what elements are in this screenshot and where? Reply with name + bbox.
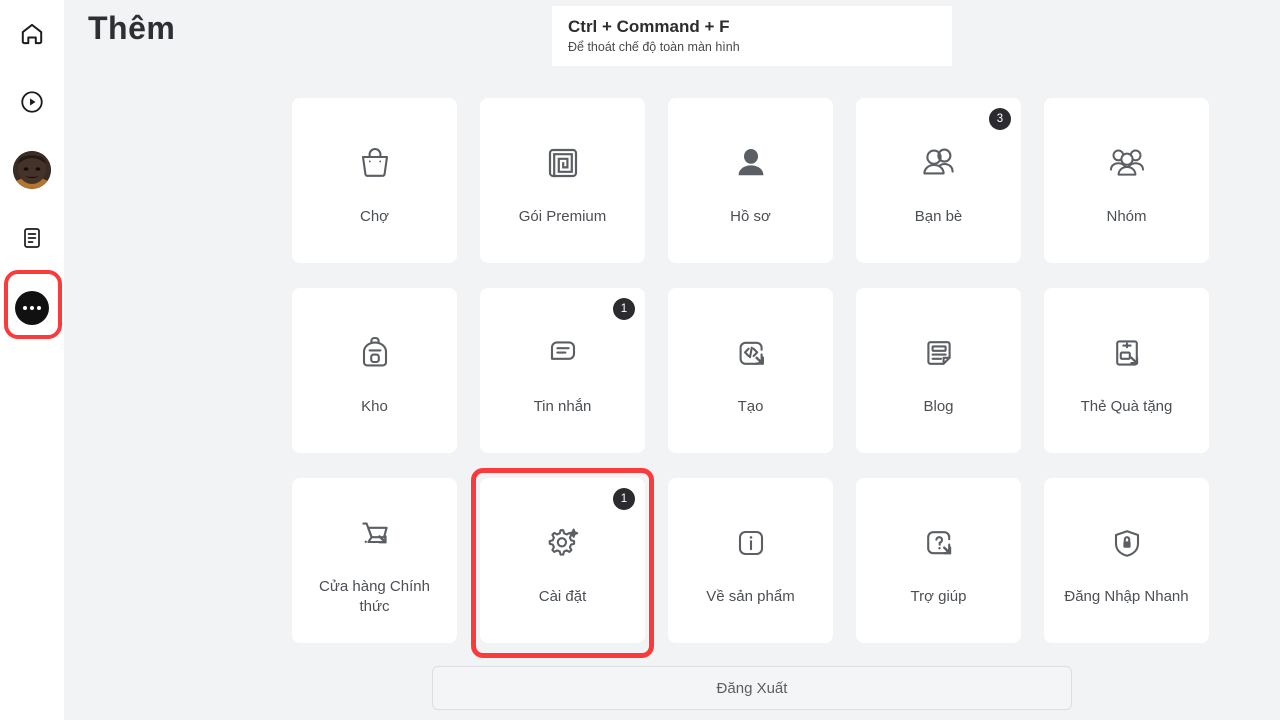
menu-card-label: Đăng Nhập Nhanh <box>1064 587 1189 605</box>
more-page: Thêm Ctrl + Command + F Để thoát chế độ … <box>0 0 1280 720</box>
left-nav-rail <box>0 0 64 720</box>
page-title: Thêm <box>88 10 176 46</box>
menu-card-label: Chợ <box>359 207 389 225</box>
menu-card[interactable]: 1 Cài đặt <box>480 478 645 643</box>
menu-card[interactable]: Cửa hàng Chính thức <box>292 478 457 643</box>
groups-icon <box>1104 135 1150 191</box>
message-icon <box>541 325 585 381</box>
sidebar-item-profile[interactable] <box>0 136 64 204</box>
menu-card[interactable]: Trợ giúp <box>856 478 1021 643</box>
ellipsis-icon <box>15 291 49 325</box>
menu-card-label: Cài đặt <box>538 587 587 605</box>
menu-card-label: Tin nhắn <box>533 397 592 415</box>
blog-note-icon <box>917 325 961 381</box>
logout-button[interactable]: Đăng Xuất <box>432 666 1072 710</box>
sidebar-item-more[interactable] <box>0 274 64 342</box>
tooltip-description-text: Để thoát chế độ toàn màn hình <box>568 40 740 55</box>
home-icon <box>19 21 45 47</box>
menu-card[interactable]: Blog <box>856 288 1021 453</box>
code-create-icon <box>729 325 773 381</box>
document-list-icon <box>20 226 44 250</box>
menu-card[interactable]: Tạo <box>668 288 833 453</box>
menu-card-label: Hồ sơ <box>730 207 771 225</box>
menu-card-label: Kho <box>361 397 388 415</box>
menu-card[interactable]: 1 Tin nhắn <box>480 288 645 453</box>
menu-card[interactable]: Chợ <box>292 98 457 263</box>
menu-card[interactable]: Kho <box>292 288 457 453</box>
status-badge: 1 <box>613 488 635 510</box>
menu-card[interactable]: Nhóm <box>1044 98 1209 263</box>
menu-card-label: Trợ giúp <box>910 587 967 605</box>
info-icon <box>729 515 773 571</box>
gift-card-icon <box>1105 325 1149 381</box>
premium-maze-icon <box>541 135 585 191</box>
logout-button-label: Đăng Xuất <box>716 679 788 697</box>
menu-card[interactable]: Hồ sơ <box>668 98 833 263</box>
help-question-icon <box>917 515 961 571</box>
tooltip-shortcut-text: Ctrl + Command + F <box>568 16 730 36</box>
menu-card-label: Về sản phẩm <box>706 587 795 605</box>
settings-gear-icon <box>540 515 586 571</box>
status-badge: 1 <box>613 298 635 320</box>
menu-card[interactable]: Đăng Nhập Nhanh <box>1044 478 1209 643</box>
fullscreen-hint-tooltip: Ctrl + Command + F Để thoát chế độ toàn … <box>552 6 952 66</box>
shield-lock-icon <box>1105 515 1149 571</box>
shopping-cart-icon <box>353 505 397 561</box>
menu-card[interactable]: Gói Premium <box>480 98 645 263</box>
shopping-bag-icon <box>353 135 397 191</box>
menu-card-label: Bạn bè <box>914 207 963 225</box>
avatar <box>13 151 51 189</box>
backpack-icon <box>353 325 397 381</box>
sidebar-item-video[interactable] <box>0 68 64 136</box>
sidebar-item-feed[interactable] <box>0 204 64 272</box>
play-circle-icon <box>19 89 45 115</box>
menu-card[interactable]: Về sản phẩm <box>668 478 833 643</box>
person-icon <box>729 135 773 191</box>
menu-card-label: Nhóm <box>1106 207 1147 225</box>
menu-card-label: Tạo <box>737 397 764 415</box>
menu-card[interactable]: Thẻ Quà tặng <box>1044 288 1209 453</box>
friends-icon <box>916 135 962 191</box>
menu-card-label: Blog <box>923 397 954 415</box>
status-badge: 3 <box>989 108 1011 130</box>
menu-grid: Chợ Gói Premium Hồ sơ 3 Bạn bè Nhóm Kho 1 Tin nh… <box>292 98 1209 643</box>
menu-card[interactable]: 3 Bạn bè <box>856 98 1021 263</box>
sidebar-item-home[interactable] <box>0 0 64 68</box>
menu-card-label: Cửa hàng Chính thức <box>319 578 430 615</box>
menu-card-label: Thẻ Quà tặng <box>1080 397 1173 415</box>
menu-card-label: Gói Premium <box>518 207 607 225</box>
